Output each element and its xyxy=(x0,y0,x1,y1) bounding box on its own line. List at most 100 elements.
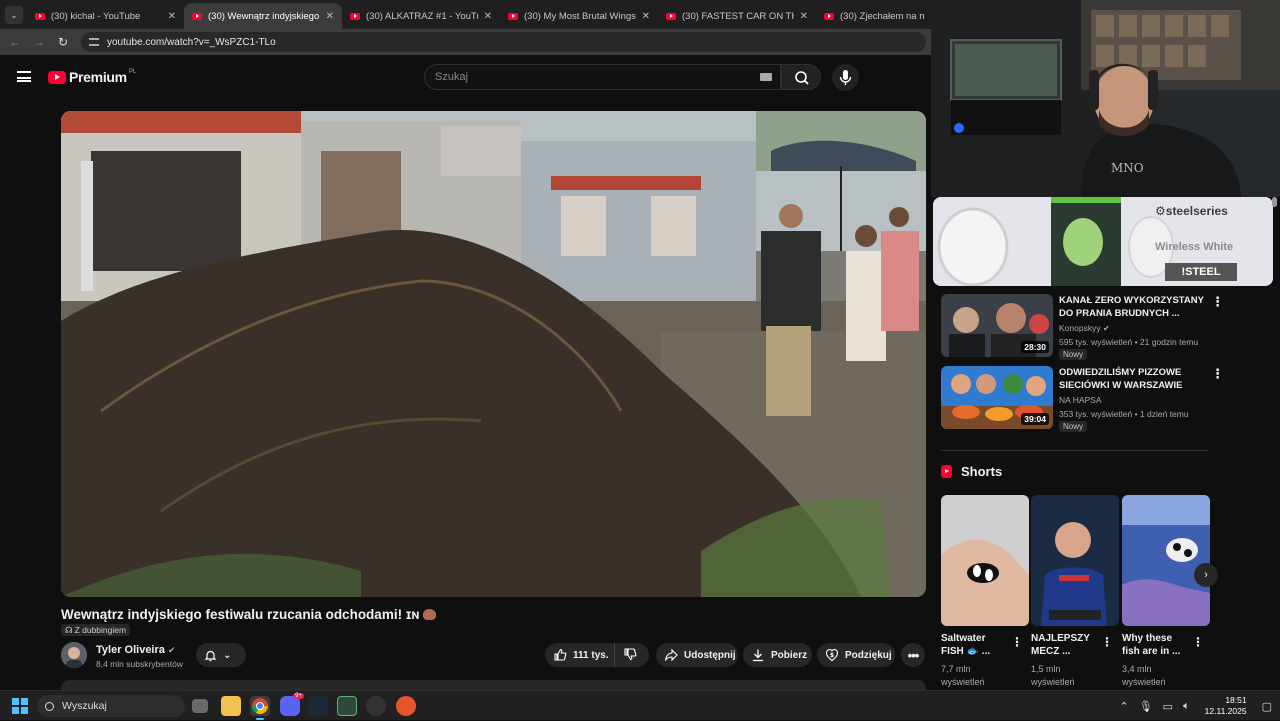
notifications-icon[interactable]: ▢ xyxy=(1262,700,1272,713)
short-thumbnail-image xyxy=(1122,495,1210,626)
video-title[interactable]: KANAŁ ZERO WYKORZYSTANY DO PRANIA BRUDNY… xyxy=(1059,294,1211,320)
more-actions-button[interactable]: ••• xyxy=(901,643,925,667)
logo-country: PL xyxy=(128,69,137,75)
close-icon[interactable]: ✕ xyxy=(484,11,492,22)
tab-title: (30) kichal - YouTube xyxy=(50,10,141,22)
svg-text:$: $ xyxy=(830,652,834,659)
video-title: Wewnątrz indyjskiego festiwalu rzucania … xyxy=(61,607,436,622)
short-item[interactable]: Why these fish are in ... 3,4 mln wyświe… xyxy=(1122,495,1210,689)
like-button[interactable]: 111 tys. xyxy=(545,643,615,667)
subscription-bell-button[interactable]: ⌄ xyxy=(196,643,246,667)
more-vertical-icon[interactable]: ⋮ xyxy=(1211,366,1224,382)
thumbs-up-icon xyxy=(554,648,567,661)
obs-icon[interactable] xyxy=(366,696,386,716)
video-meta: 353 tys. wyświetleń • 1 dzień temu xyxy=(1059,409,1189,419)
browser-tab[interactable]: (30) ALKATRAZ #1 - YouTube ✕ xyxy=(342,3,500,29)
more-vertical-icon[interactable]: ⋮ xyxy=(1211,294,1224,310)
shorts-icon xyxy=(941,465,952,478)
browser-tab[interactable]: (30) kichal - YouTube ✕ xyxy=(27,3,184,29)
channel-name[interactable]: Tyler Oliveira ✔ xyxy=(96,644,176,656)
video-thumbnail[interactable]: 39:04 xyxy=(941,366,1053,429)
discord-icon[interactable]: 9+ xyxy=(280,693,304,716)
svg-text:MNO: MNO xyxy=(1111,161,1144,175)
share-button[interactable]: Udostępnij xyxy=(656,643,738,667)
ad-brand-text: steelseries xyxy=(1165,204,1228,218)
voice-search-button[interactable] xyxy=(832,64,859,91)
close-icon[interactable]: ✕ xyxy=(326,11,334,22)
ad-code-button[interactable]: !STEEL xyxy=(1165,263,1237,281)
video-player[interactable] xyxy=(61,111,926,597)
short-thumbnail[interactable] xyxy=(941,495,1029,626)
steam-icon[interactable] xyxy=(308,696,328,716)
short-views: 3,4 mln wyświetleń xyxy=(1122,664,1166,687)
video-title[interactable]: ODWIEDZILIŚMY PIZZOWE SIECIÓWKI W WARSZA… xyxy=(1059,366,1211,392)
recommended-video[interactable]: 39:04 ODWIEDZILIŚMY PIZZOWE SIECIÓWKI W … xyxy=(941,366,1271,432)
display-icon[interactable]: ▭ xyxy=(1163,700,1173,713)
shorts-heading: Shorts xyxy=(941,464,1002,479)
video-meta: 595 tys. wyświetleń • 21 godzin temu xyxy=(1059,337,1199,347)
notification-badge: 9+ xyxy=(293,693,304,699)
windows-taskbar: Wyszukaj 9+ ⌃ 🎙︎ ▭ 🔈︎ 18:51 12.11.2025 ▢ xyxy=(0,690,1280,720)
clock[interactable]: 18:51 12.11.2025 xyxy=(1205,695,1247,717)
volume-icon[interactable]: 🔈︎ xyxy=(1183,700,1190,713)
taskbar-search[interactable]: Wyszukaj xyxy=(37,695,185,717)
short-thumbnail[interactable] xyxy=(1031,495,1119,626)
tab-search-button[interactable]: ⌄ xyxy=(5,6,23,24)
browser-tab[interactable]: (30) My Most Brutal Wingsuit Fl ✕ xyxy=(500,3,658,29)
short-views: 1,5 mln wyświetleń xyxy=(1031,664,1075,687)
person-voice-icon: ☊ xyxy=(65,624,73,635)
youtube-favicon-icon xyxy=(666,12,676,20)
more-vertical-icon[interactable]: ⋮ xyxy=(1011,635,1023,649)
more-vertical-icon[interactable]: ⋮ xyxy=(1101,635,1113,649)
short-item[interactable]: NAJLEPSZY MECZ ... 1,5 mln wyświetleń ⋮ xyxy=(1031,495,1119,689)
download-button[interactable]: Pobierz xyxy=(743,643,812,667)
video-title-text: Wewnątrz indyjskiego festiwalu rzucania … xyxy=(61,607,420,622)
description-box[interactable] xyxy=(61,680,926,690)
browser-tab[interactable]: (30) Zjechałem na nartach xyxy=(816,3,932,29)
file-explorer-icon[interactable] xyxy=(221,696,241,716)
task-view-icon[interactable] xyxy=(192,699,208,713)
browser-tab-active[interactable]: (30) Wewnątrz indyjskiego festiwalu ✕ xyxy=(184,3,342,29)
close-icon[interactable]: ✕ xyxy=(800,11,808,22)
video-channel[interactable]: NA HAPSA xyxy=(1059,395,1102,405)
back-arrow-icon[interactable]: ← xyxy=(3,35,27,49)
recommended-video[interactable]: 28:30 KANAŁ ZERO WYKORZYSTANY DO PRANIA … xyxy=(941,294,1271,360)
video-thumbnail[interactable]: 28:30 xyxy=(941,294,1053,357)
address-bar[interactable]: youtube.com/watch?v=_WsPZC1-TLo xyxy=(81,32,926,52)
thanks-button[interactable]: $ Podziękuj xyxy=(817,643,895,667)
search-input[interactable]: Szukaj xyxy=(424,64,781,90)
close-icon[interactable]: ✕ xyxy=(642,11,650,22)
download-icon xyxy=(753,649,763,662)
steelseries-ad-banner[interactable]: ⚙steelseries Wireless White !STEEL xyxy=(933,197,1273,286)
search-placeholder: Szukaj xyxy=(435,71,469,83)
more-vertical-icon[interactable]: ⋮ xyxy=(1192,635,1204,649)
sidebar-scrollbar[interactable] xyxy=(1272,197,1277,207)
windows-start-icon[interactable] xyxy=(12,698,28,714)
search-button[interactable] xyxy=(781,64,821,90)
xbox-app-icon[interactable] xyxy=(337,696,357,716)
close-icon[interactable]: ✕ xyxy=(168,11,176,22)
video-channel[interactable]: Konopskyy ✔ xyxy=(1059,323,1110,333)
section-divider xyxy=(941,450,1209,451)
game-launcher-icon[interactable] xyxy=(396,696,416,716)
short-thumbnail[interactable] xyxy=(1122,495,1210,626)
reload-icon[interactable]: ↻ xyxy=(51,35,75,49)
chrome-icon[interactable] xyxy=(250,696,270,720)
site-info-icon[interactable] xyxy=(89,38,99,46)
dislike-button[interactable] xyxy=(615,647,637,664)
system-tray: ⌃ 🎙︎ ▭ 🔈︎ 18:51 12.11.2025 ▢ xyxy=(1114,691,1280,721)
hamburger-menu-icon[interactable] xyxy=(17,71,31,82)
video-duration: 39:04 xyxy=(1021,413,1049,425)
keyboard-icon[interactable] xyxy=(760,73,772,81)
forward-arrow-icon[interactable]: → xyxy=(27,35,51,49)
tab-title: (30) Wewnątrz indyjskiego festiwalu xyxy=(208,10,320,22)
clock-date: 12.11.2025 xyxy=(1204,706,1247,716)
channel-avatar[interactable] xyxy=(61,642,87,668)
microphone-icon[interactable]: 🎙︎ xyxy=(1139,700,1153,713)
shorts-next-button[interactable]: › xyxy=(1194,563,1218,587)
chevron-up-icon[interactable]: ⌃ xyxy=(1119,700,1128,713)
browser-tab[interactable]: (30) FASTEST CAR ON THE PLAN ✕ xyxy=(658,3,816,29)
youtube-premium-logo[interactable]: Premium PL xyxy=(48,69,136,85)
short-item[interactable]: Saltwater FISH 🐟 ... 7,7 mln wyświetleń … xyxy=(941,495,1029,689)
like-count: 111 tys. xyxy=(573,649,609,661)
